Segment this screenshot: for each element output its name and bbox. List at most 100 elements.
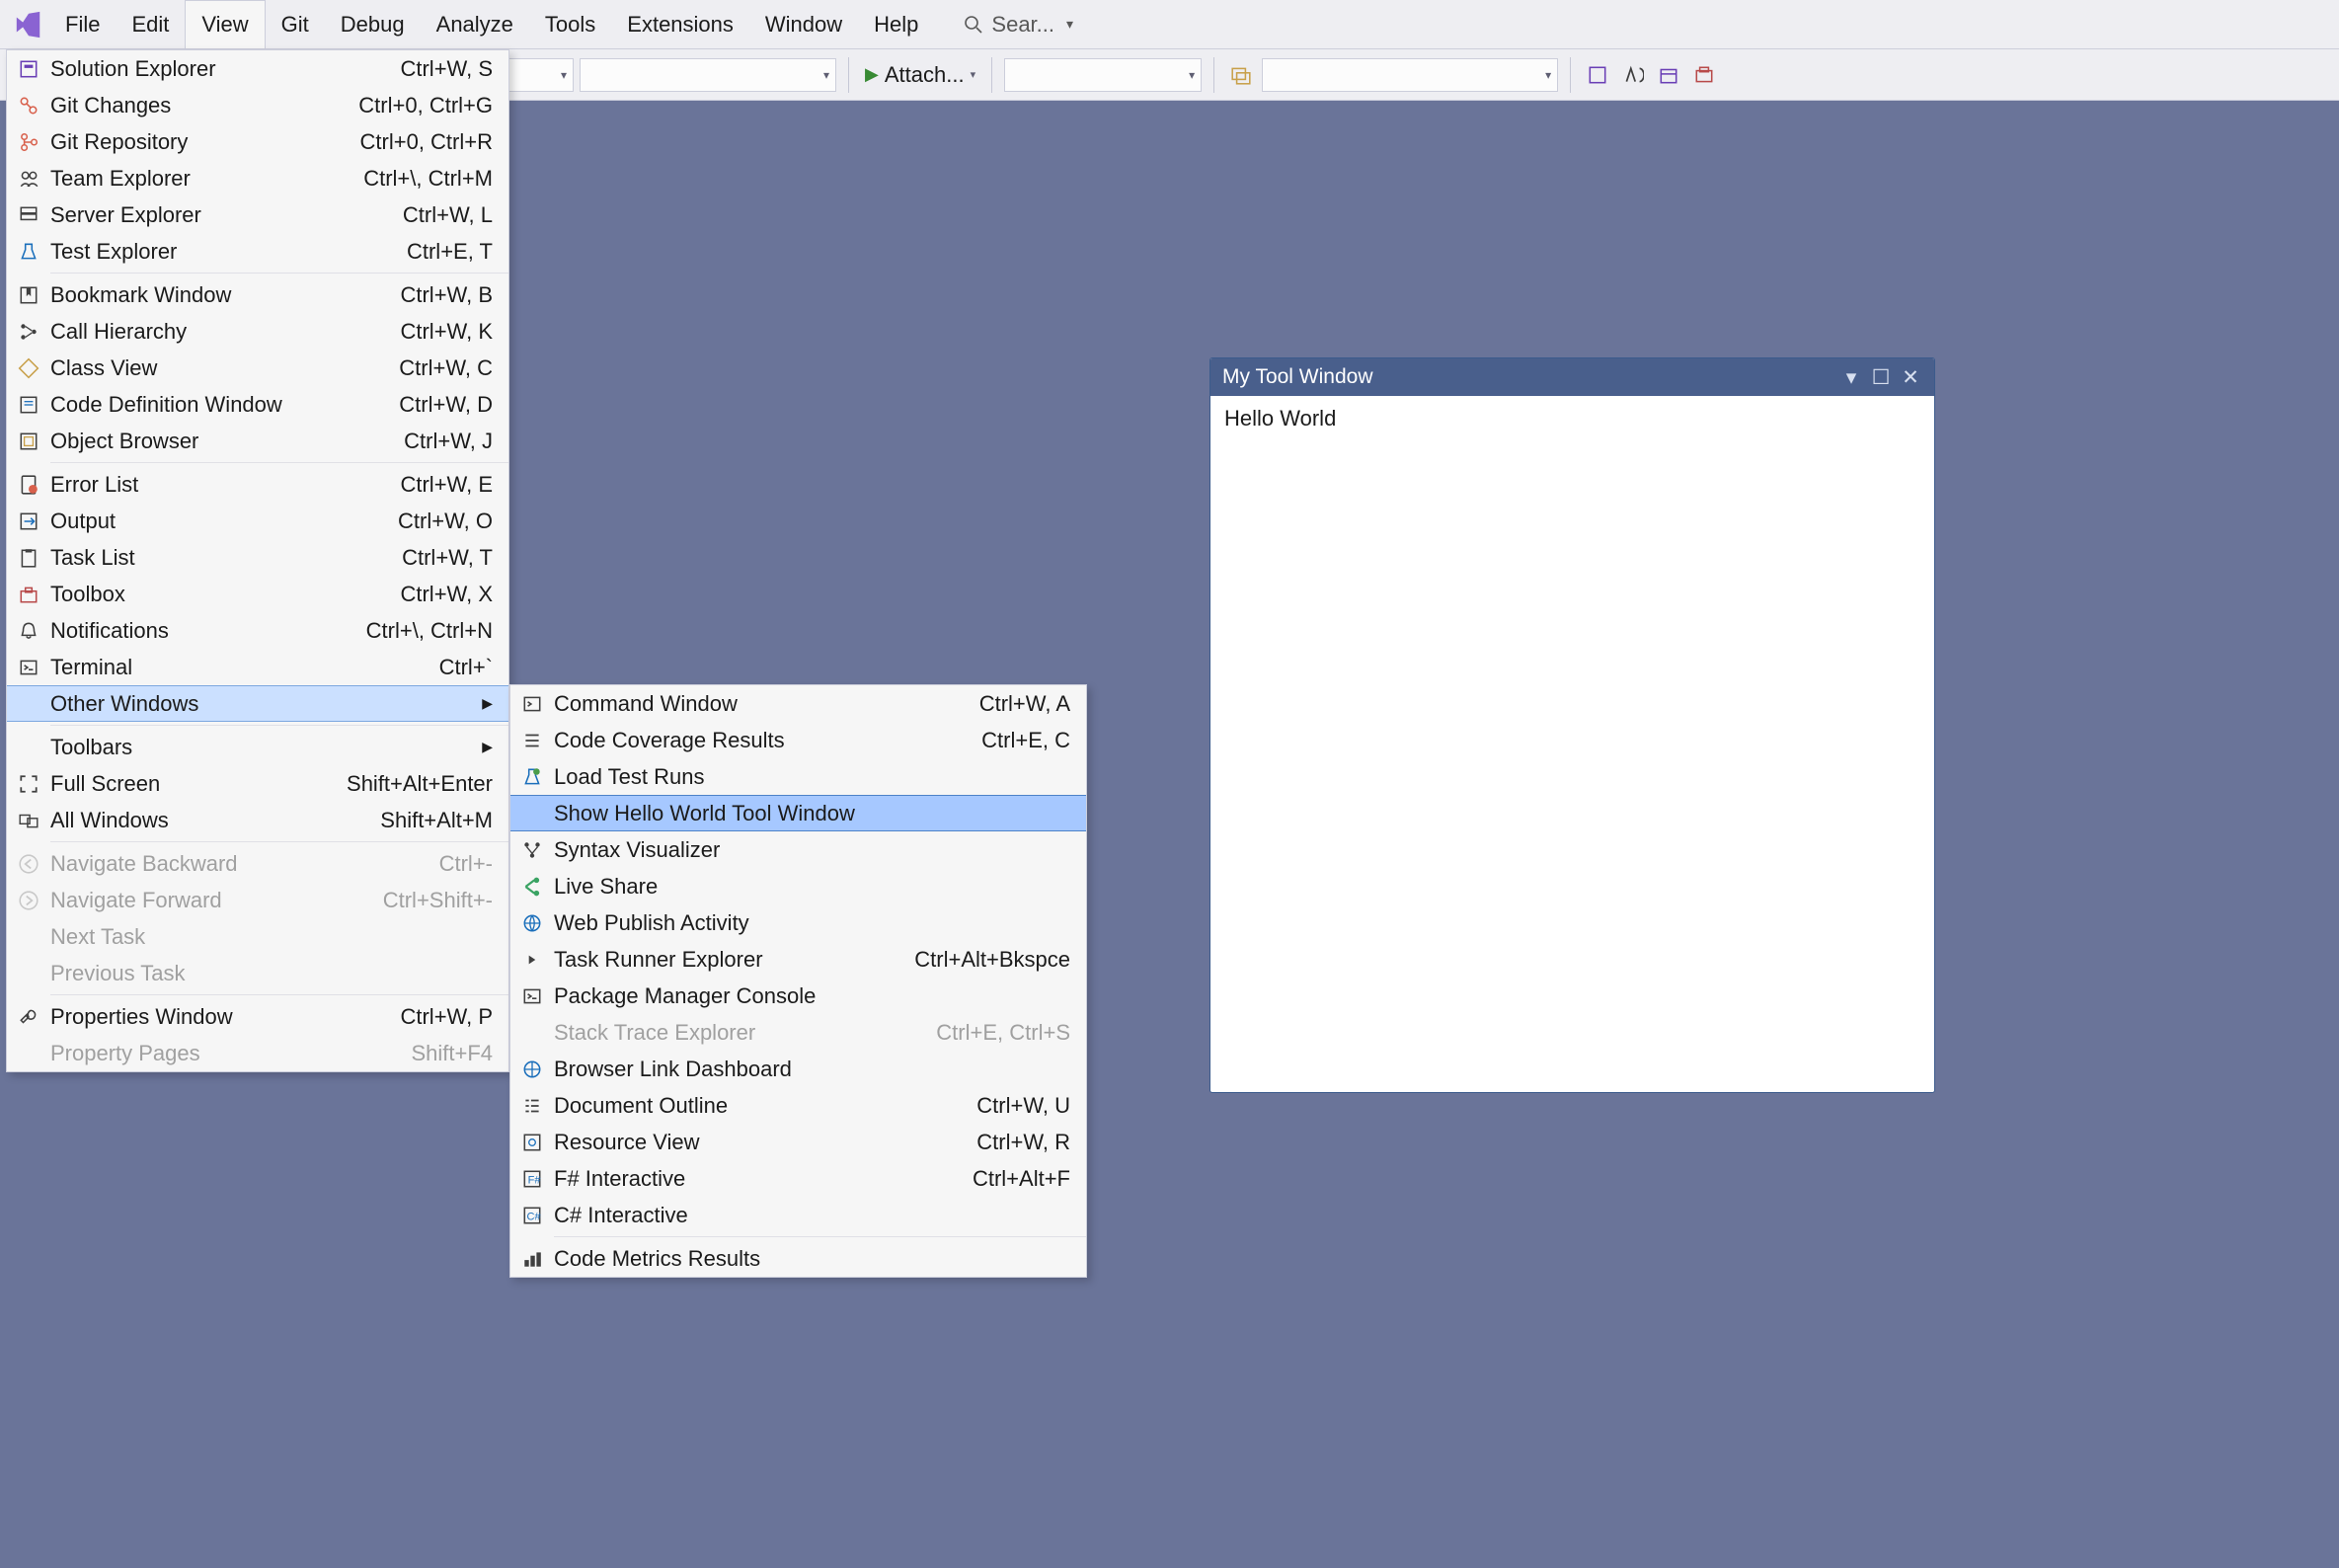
menu-item-test-explorer[interactable]: Test ExplorerCtrl+E, T xyxy=(7,233,508,270)
tb-icon-5[interactable] xyxy=(1689,60,1719,90)
code-metrics-icon xyxy=(510,1248,554,1270)
menu-item-shortcut: Ctrl+W, X xyxy=(400,582,493,607)
server-explorer-icon xyxy=(7,204,50,226)
menu-item-call-hierarchy[interactable]: Call HierarchyCtrl+W, K xyxy=(7,313,508,350)
output-icon xyxy=(7,510,50,532)
menu-item-label: Package Manager Console xyxy=(554,983,1070,1009)
menu-item-label: Code Coverage Results xyxy=(554,728,981,753)
menu-item-task-runner-explorer[interactable]: Task Runner ExplorerCtrl+Alt+Bkspce xyxy=(510,941,1086,978)
menubar-item-debug[interactable]: Debug xyxy=(325,0,421,48)
menu-item-class-view[interactable]: Class ViewCtrl+W, C xyxy=(7,350,508,386)
call-hierarchy-icon xyxy=(7,321,50,343)
menu-item-all-windows[interactable]: All WindowsShift+Alt+M xyxy=(7,802,508,838)
command-window-icon xyxy=(510,693,554,715)
menu-item-properties-window[interactable]: Properties WindowCtrl+W, P xyxy=(7,998,508,1035)
menu-item-output[interactable]: OutputCtrl+W, O xyxy=(7,503,508,539)
menubar-item-extensions[interactable]: Extensions xyxy=(611,0,749,48)
menu-item-shortcut: Shift+Alt+Enter xyxy=(347,771,493,797)
menu-item-load-test-runs[interactable]: Load Test Runs xyxy=(510,758,1086,795)
menu-item-git-repository[interactable]: Git RepositoryCtrl+0, Ctrl+R xyxy=(7,123,508,160)
search-box[interactable]: Sear... ▾ xyxy=(964,12,1073,38)
menu-item-resource-view[interactable]: Resource ViewCtrl+W, R xyxy=(510,1124,1086,1160)
menu-item-terminal[interactable]: TerminalCtrl+` xyxy=(7,649,508,685)
svg-text:F#: F# xyxy=(528,1174,542,1186)
menubar-item-analyze[interactable]: Analyze xyxy=(421,0,529,48)
tb-icon-2[interactable] xyxy=(1583,60,1612,90)
menu-item-code-metrics-results[interactable]: Code Metrics Results xyxy=(510,1240,1086,1277)
test-explorer-icon xyxy=(7,241,50,263)
window-options-icon[interactable]: ▾ xyxy=(1839,365,1863,389)
menubar-item-help[interactable]: Help xyxy=(858,0,934,48)
code-coverage-icon xyxy=(510,730,554,751)
menu-item-syntax-visualizer[interactable]: Syntax Visualizer xyxy=(510,831,1086,868)
other-windows-submenu: Command WindowCtrl+W, ACode Coverage Res… xyxy=(509,684,1087,1278)
menu-item-shortcut: Ctrl+W, O xyxy=(398,509,493,534)
menu-item-error-list[interactable]: Error ListCtrl+W, E xyxy=(7,466,508,503)
menu-item-label: Call Hierarchy xyxy=(50,319,400,345)
menu-item-shortcut: Ctrl+\, Ctrl+M xyxy=(363,166,493,192)
menu-item-solution-explorer[interactable]: Solution ExplorerCtrl+W, S xyxy=(7,50,508,87)
menu-item-shortcut: Ctrl+Alt+F xyxy=(973,1166,1070,1192)
menu-item-full-screen[interactable]: Full ScreenShift+Alt+Enter xyxy=(7,765,508,802)
git-repository-icon xyxy=(7,131,50,153)
menu-item-navigate-forward: Navigate ForwardCtrl+Shift+- xyxy=(7,882,508,918)
menubar-item-view[interactable]: View xyxy=(185,0,265,48)
platform-combo[interactable]: ▾ xyxy=(580,58,836,92)
menubar-item-file[interactable]: File xyxy=(49,0,116,48)
menu-item-command-window[interactable]: Command WindowCtrl+W, A xyxy=(510,685,1086,722)
git-changes-icon xyxy=(7,95,50,117)
menu-item-web-publish-activity[interactable]: Web Publish Activity xyxy=(510,904,1086,941)
menu-separator xyxy=(50,725,508,726)
menu-item-f-interactive[interactable]: F#F# InteractiveCtrl+Alt+F xyxy=(510,1160,1086,1197)
tb-icon-4[interactable] xyxy=(1654,60,1683,90)
menubar-item-window[interactable]: Window xyxy=(749,0,858,48)
menu-item-label: Git Repository xyxy=(50,129,360,155)
menu-item-shortcut: Ctrl+Shift+- xyxy=(383,888,493,913)
menu-item-label: Test Explorer xyxy=(50,239,407,265)
menu-item-toolbars[interactable]: Toolbars▶ xyxy=(7,729,508,765)
menu-item-notifications[interactable]: NotificationsCtrl+\, Ctrl+N xyxy=(7,612,508,649)
tb-icon-3[interactable] xyxy=(1618,60,1648,90)
menu-item-label: Task List xyxy=(50,545,402,571)
menu-item-code-coverage-results[interactable]: Code Coverage ResultsCtrl+E, C xyxy=(510,722,1086,758)
menubar-item-git[interactable]: Git xyxy=(266,0,325,48)
menu-item-package-manager-console[interactable]: Package Manager Console xyxy=(510,978,1086,1014)
menu-item-shortcut: Ctrl+0, Ctrl+G xyxy=(358,93,493,118)
menu-item-bookmark-window[interactable]: Bookmark WindowCtrl+W, B xyxy=(7,276,508,313)
menu-separator xyxy=(50,462,508,463)
menu-item-shortcut: Ctrl+0, Ctrl+R xyxy=(360,129,493,155)
menu-item-shortcut: Ctrl+Alt+Bkspce xyxy=(914,947,1070,973)
process-combo[interactable]: ▾ xyxy=(1004,58,1202,92)
menu-item-shortcut: Ctrl+E, C xyxy=(981,728,1070,753)
stackframe-combo[interactable]: ▾ xyxy=(1262,58,1558,92)
tool-window-titlebar[interactable]: My Tool Window ▾ ☐ ✕ xyxy=(1210,358,1934,396)
menu-item-git-changes[interactable]: Git ChangesCtrl+0, Ctrl+G xyxy=(7,87,508,123)
menu-item-code-definition-window[interactable]: Code Definition WindowCtrl+W, D xyxy=(7,386,508,423)
menu-item-show-hello-world-tool-window[interactable]: Show Hello World Tool Window xyxy=(510,795,1086,831)
menu-item-live-share[interactable]: Live Share xyxy=(510,868,1086,904)
menu-item-document-outline[interactable]: Document OutlineCtrl+W, U xyxy=(510,1087,1086,1124)
menu-separator xyxy=(50,273,508,274)
maximize-icon[interactable]: ☐ xyxy=(1869,365,1893,389)
tb-icon-1[interactable] xyxy=(1226,60,1256,90)
menu-item-toolbox[interactable]: ToolboxCtrl+W, X xyxy=(7,576,508,612)
menu-item-shortcut: Ctrl+W, K xyxy=(400,319,493,345)
menu-item-shortcut: Ctrl+W, A xyxy=(979,691,1070,717)
menubar-item-tools[interactable]: Tools xyxy=(529,0,611,48)
menu-item-browser-link-dashboard[interactable]: Browser Link Dashboard xyxy=(510,1051,1086,1087)
menu-item-c-interactive[interactable]: C#C# Interactive xyxy=(510,1197,1086,1233)
menubar-item-edit[interactable]: Edit xyxy=(116,0,185,48)
menu-item-task-list[interactable]: Task ListCtrl+W, T xyxy=(7,539,508,576)
terminal-icon xyxy=(7,657,50,678)
menu-item-label: Property Pages xyxy=(50,1041,411,1066)
attach-button[interactable]: ▶ Attach... ▾ xyxy=(861,58,979,92)
menu-item-label: C# Interactive xyxy=(554,1203,1070,1228)
menu-item-object-browser[interactable]: Object BrowserCtrl+W, J xyxy=(7,423,508,459)
menu-item-team-explorer[interactable]: Team ExplorerCtrl+\, Ctrl+M xyxy=(7,160,508,196)
menu-item-shortcut: Ctrl+W, E xyxy=(400,472,493,498)
menu-item-other-windows[interactable]: Other Windows▶ xyxy=(7,685,508,722)
close-icon[interactable]: ✕ xyxy=(1899,365,1922,389)
menu-item-server-explorer[interactable]: Server ExplorerCtrl+W, L xyxy=(7,196,508,233)
menu-item-label: Code Metrics Results xyxy=(554,1246,1070,1272)
document-outline-icon xyxy=(510,1095,554,1117)
